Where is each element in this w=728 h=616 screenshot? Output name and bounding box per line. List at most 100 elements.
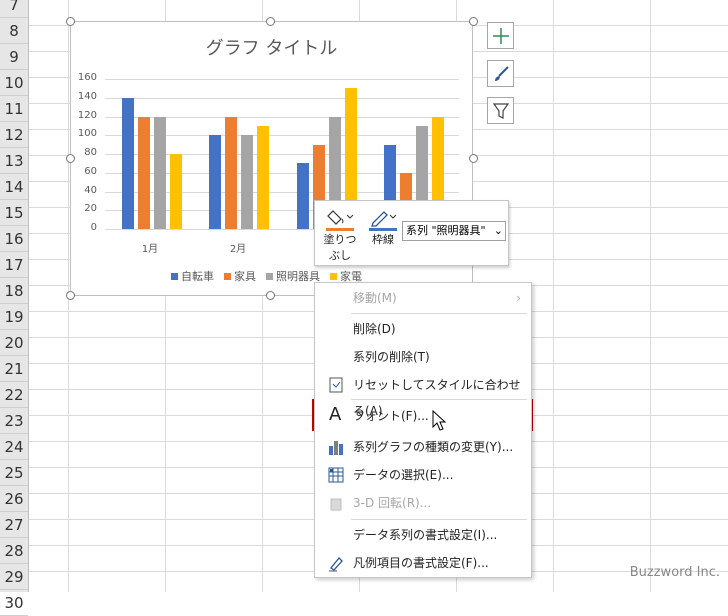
resize-handle[interactable] [469, 17, 478, 26]
bar[interactable] [138, 116, 150, 229]
chart-elements-button[interactable] [487, 22, 514, 49]
series-select[interactable]: 系列 "照明器具" ⌄ [402, 221, 506, 241]
row-number[interactable]: 10 [0, 70, 28, 96]
row-number[interactable]: 17 [0, 252, 28, 278]
y-tick-label: 60 [84, 165, 97, 177]
plus-icon [492, 27, 509, 44]
row-number[interactable]: 26 [0, 486, 28, 512]
fill-label: 塗りつ [323, 233, 357, 246]
bar[interactable] [122, 97, 134, 229]
row-number[interactable]: 12 [0, 122, 28, 148]
resize-handle[interactable] [469, 154, 478, 163]
row-number[interactable]: 19 [0, 304, 28, 330]
menu-item-format-series[interactable]: データ系列の書式設定(I)... [315, 522, 531, 548]
brush-icon [494, 65, 509, 81]
row-header: 7 8 9 10 11 12 13 14 15 16 17 18 19 20 21 22 23 24 25 26 27 2… [0, 0, 29, 616]
legend-item[interactable]: 家具 [224, 268, 256, 284]
resize-handle[interactable] [266, 17, 275, 26]
y-tick-label: 160 [77, 72, 97, 83]
row-number[interactable]: 27 [0, 512, 28, 538]
bar[interactable] [170, 154, 182, 229]
legend-item[interactable]: 照明器具 [266, 268, 320, 284]
legend-key [266, 273, 273, 280]
y-tick-label: 140 [77, 90, 97, 102]
menu-item-format-legend[interactable]: 凡例項目の書式設定(F)... [315, 550, 531, 576]
row-number[interactable]: 11 [0, 96, 28, 122]
row-number[interactable]: 13 [0, 148, 28, 174]
y-tick-label: 100 [77, 128, 97, 140]
menu-item-label: 削除(D) [353, 322, 396, 336]
x-tick-label: 2月 [229, 244, 247, 255]
row-number[interactable]: 23 [0, 408, 28, 434]
resize-handle[interactable] [66, 17, 75, 26]
row-number[interactable]: 24 [0, 434, 28, 460]
bar[interactable] [297, 163, 309, 229]
row-number[interactable]: 25 [0, 460, 28, 486]
series-select-value: 系列 "照明器具" [406, 224, 486, 237]
menu-separator [351, 519, 527, 520]
menu-item-3d-rotation[interactable]: 3-D 回転(R)... [315, 490, 531, 516]
bar[interactable] [257, 125, 269, 229]
bar[interactable] [209, 135, 221, 229]
menu-item-label: 移動(M) [353, 291, 397, 305]
row-number[interactable]: 20 [0, 330, 28, 356]
row-number[interactable]: 30 [0, 590, 28, 616]
fill-label: ぶし [329, 249, 351, 262]
format-brush-icon [329, 557, 343, 572]
gridline [105, 79, 459, 80]
gridline [105, 97, 459, 99]
chart-title[interactable]: グラフ タイトル [71, 34, 472, 60]
row-number[interactable]: 22 [0, 382, 28, 408]
filter-icon [492, 102, 509, 119]
menu-item-reset-style[interactable]: リセットしてスタイルに合わせる(A) [315, 372, 531, 418]
row-number[interactable]: 21 [0, 356, 28, 382]
y-tick-label: 0 [90, 222, 97, 233]
y-tick-label: 80 [84, 147, 97, 158]
menu-item-label: フォント(F)... [353, 409, 429, 423]
menu-item-label: 系列グラフの種類の変更(Y)... [353, 440, 514, 454]
y-tick-label: 40 [84, 184, 97, 196]
legend-label: 自転車 [181, 270, 214, 283]
context-menu: 移動(M) › 削除(D) 系列の削除(T) リセットしてスタイルに合わせる(A… [314, 282, 532, 578]
chart-filters-button[interactable] [487, 97, 514, 124]
row-number[interactable]: 8 [0, 18, 28, 44]
mini-toolbar: 塗りつ ぶし 枠線 系列 "照明器具" ⌄ [314, 200, 509, 266]
row-number[interactable]: 18 [0, 278, 28, 304]
resize-handle[interactable] [266, 291, 275, 300]
menu-item-move[interactable]: 移動(M) › [315, 285, 531, 311]
chevron-right-icon: › [516, 291, 521, 305]
legend-key [224, 273, 231, 280]
row-number[interactable]: 7 [0, 0, 28, 18]
chevron-down-icon: ⌄ [493, 224, 503, 237]
y-tick-label: 20 [84, 203, 97, 215]
menu-item-font[interactable]: A フォント(F)... [315, 403, 531, 429]
fill-button[interactable]: 塗りつ ぶし [321, 207, 359, 263]
menu-item-select-data[interactable]: データの選択(E)... [315, 462, 531, 488]
menu-item-delete-series[interactable]: 系列の削除(T) [315, 344, 531, 370]
row-number[interactable]: 15 [0, 200, 28, 226]
outline-label: 枠線 [372, 233, 394, 246]
mouse-cursor-icon [432, 410, 447, 431]
row-number[interactable]: 16 [0, 226, 28, 252]
menu-item-change-chart-type[interactable]: 系列グラフの種類の変更(Y)... [315, 434, 531, 460]
menu-separator [351, 313, 527, 314]
paint-bucket-icon [327, 210, 354, 225]
outline-button[interactable]: 枠線 [365, 207, 401, 247]
menu-item-delete[interactable]: 削除(D) [315, 316, 531, 342]
chart-styles-button[interactable] [487, 60, 514, 87]
menu-item-label: データの選択(E)... [353, 468, 454, 482]
bar[interactable] [154, 116, 166, 229]
row-number[interactable]: 28 [0, 538, 28, 564]
resize-handle[interactable] [66, 154, 75, 163]
row-number[interactable]: 29 [0, 564, 28, 590]
row-number[interactable]: 14 [0, 174, 28, 200]
bar[interactable] [241, 135, 253, 229]
resize-handle[interactable] [66, 291, 75, 300]
legend-key [330, 273, 337, 280]
legend-item[interactable]: 自転車 [171, 268, 214, 284]
menu-separator [351, 399, 527, 400]
bar[interactable] [225, 116, 237, 229]
row-number[interactable]: 9 [0, 44, 28, 70]
menu-item-label: 3-D 回転(R)... [353, 496, 432, 510]
reset-style-icon [329, 377, 343, 393]
